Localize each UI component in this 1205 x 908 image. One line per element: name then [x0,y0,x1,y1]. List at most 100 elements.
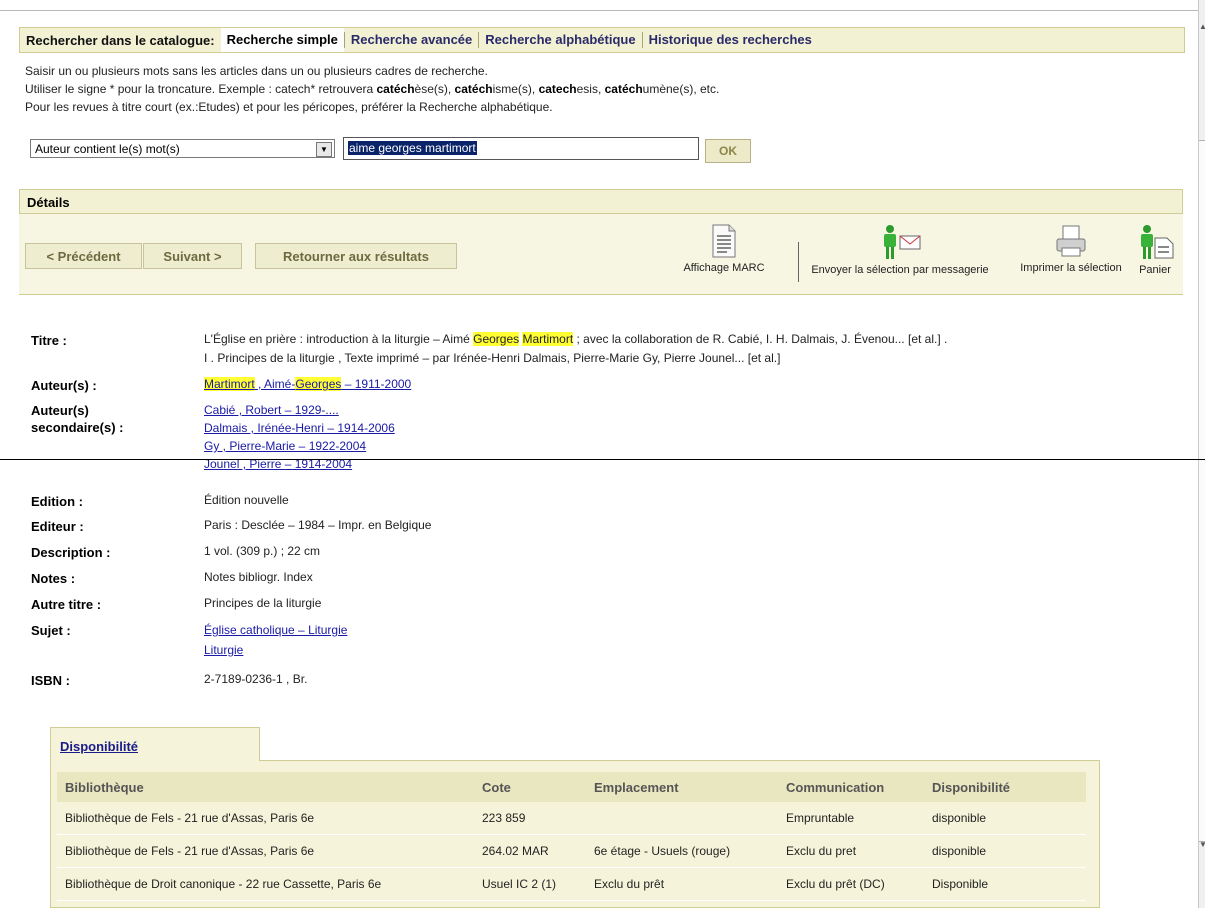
library-cell: Bibliothèque de Droit canonique - 22 rue… [57,867,474,901]
title-highlight: Georges [473,332,520,346]
tab-alphabetical-search[interactable]: Recherche alphabétique [478,32,641,48]
author-text: – 1911-2000 [341,377,412,391]
secondary-author-link[interactable]: Cabié , Robert – 1929-.... [204,403,339,417]
publisher-value: Paris : Desclée – 1984 – Impr. en Belgiq… [204,518,432,532]
title-highlight: Martimort [522,332,574,346]
subject-link[interactable]: Liturgie [204,643,243,657]
title-line-1: L'Église en prière : introduction à la l… [204,330,1194,349]
table-row: Bibliothèque de Fels - 21 rue d'Assas, P… [57,802,1086,835]
help-example: catéch [604,82,643,96]
title-text: L'Église en prière : introduction à la l… [204,332,474,346]
help-line-1: Saisir un ou plusieurs mots sans les art… [25,64,488,78]
email-selection-button[interactable]: Envoyer la sélection par messagerie [791,224,1009,276]
author-highlight: Georges [295,377,342,391]
secondary-label-line-2: secondaire(s) : [31,420,124,435]
description-value: 1 vol. (309 p.) ; 22 cm [204,544,321,558]
print-selection-button[interactable]: Imprimer la sélection [1005,224,1137,274]
help-line-2: Utiliser le signe * pour la troncature. … [25,80,719,98]
availability-cell: Disponible [924,867,1086,901]
authors-label: Auteur(s) : [31,378,97,393]
subject-label: Sujet : [31,623,71,638]
title-text: ; avec la collaboration de R. Cabié, I. … [573,332,948,346]
description-label: Description : [31,545,111,560]
help-example-rest: esis, [576,82,605,96]
scroll-up-arrow-icon[interactable]: ▲ [1199,22,1205,32]
help-example-rest: isme(s), [492,82,539,96]
tab-availability[interactable]: Disponibilité [50,727,260,761]
edition-label: Edition : [31,494,83,509]
availability-cell: disponible [924,802,1086,835]
column-header-circulation: Communication [778,772,924,802]
edition-value: Édition nouvelle [204,493,289,507]
other-title-value: Principes de la liturgie [204,596,322,610]
publisher-label: Editeur : [31,519,84,534]
tab-simple-search[interactable]: Recherche simple [220,28,344,52]
call-number-cell: 223 859 [474,802,586,835]
title-label: Titre : [31,333,67,348]
table-row: Bibliothèque de Fels - 21 rue d'Assas, P… [57,834,1086,868]
title-line-2: I . Principes de la liturgie , Texte imp… [204,351,781,365]
secondary-author-link[interactable]: Gy , Pierre-Marie – 1922-2004 [204,439,366,453]
vertical-scrollbar[interactable]: ▲ ▼ [1198,0,1205,908]
title-value: L'Église en prière : introduction à la l… [204,330,1194,368]
next-button[interactable]: Suivant > [143,243,242,269]
window-top-border [0,10,1198,11]
help-line-3: Pour les revues à titre court (ex.:Etude… [25,100,553,114]
search-tabs-bar: Rechercher dans le catalogue: Recherche … [19,27,1185,53]
author-highlight: Martimort [204,377,255,391]
secondary-author-link[interactable]: Dalmais , Irénée-Henri – 1914-2006 [204,421,395,435]
scroll-down-arrow-icon[interactable]: ▼ [1199,840,1205,850]
marc-display-button[interactable]: Affichage MARC [676,224,772,274]
author-link[interactable]: Martimort , Aimé-Georges – 1911-2000 [204,375,411,394]
print-selection-label: Imprimer la sélection [1020,262,1122,274]
other-title-label: Autre titre : [31,597,102,612]
author-link-text[interactable]: Martimort , Aimé-Georges – 1911-2000 [204,377,411,391]
help-example-rest: èse(s), [414,82,455,96]
dropdown-arrow-icon[interactable]: ▼ [316,142,332,157]
search-field-select[interactable]: Auteur contient le(s) mot(s) ▼ [30,139,335,158]
previous-button[interactable]: < Précédent [25,243,142,269]
library-cell: Bibliothèque de Fels - 21 rue d'Assas, P… [57,802,474,835]
secondary-label-line-1: Auteur(s) [31,403,89,418]
details-toolbar: < Précédent Suivant > Retourner aux résu… [19,214,1183,295]
printer-icon [1056,225,1086,257]
location-cell: 6e étage - Usuels (rouge) [586,834,778,868]
isbn-value: 2-7189-0236-1 , Br. [204,672,308,686]
availability-tab-label[interactable]: Disponibilité [60,739,138,754]
details-heading: Détails [19,189,1183,214]
location-cell: Exclu du prêt [586,867,778,901]
table-header-row: Bibliothèque Cote Emplacement Communicat… [57,772,1086,802]
help-example-rest: umène(s), etc. [642,82,720,96]
library-cell: Bibliothèque de Fels - 21 rue d'Assas, P… [57,834,474,868]
help-example: catéch [376,82,415,96]
circulation-cell: Exclu du pret [778,834,924,868]
notes-value: Notes bibliogr. Index [204,570,313,584]
person-basket-icon [1141,225,1174,259]
tab-search-history[interactable]: Historique des recherches [641,32,818,48]
availability-cell: disponible [924,834,1086,868]
circulation-cell: Exclu du prêt (DC) [778,867,924,901]
horizontal-rule [0,459,1205,460]
search-heading: Rechercher dans le catalogue: [26,32,215,48]
help-example: catéch [454,82,493,96]
tab-advanced-search[interactable]: Recherche avancée [343,32,478,48]
subject-list: Église catholique – Liturgie Liturgie [204,620,347,660]
person-mail-icon [884,225,921,259]
email-selection-label: Envoyer la sélection par messagerie [811,264,989,276]
call-number-cell: 264.02 MAR [474,834,586,868]
search-input-value: aime georges martimort [348,141,477,155]
basket-label: Panier [1139,264,1171,276]
ok-button[interactable]: OK [705,139,751,163]
column-header-availability: Disponibilité [924,772,1086,802]
basket-button[interactable]: Panier [1133,224,1177,276]
scrollbar-thumb[interactable] [1199,140,1205,842]
help-prefix: Utiliser le signe * pour la troncature. … [25,82,377,96]
column-header-location: Emplacement [586,772,778,802]
subject-link[interactable]: Église catholique – Liturgie [204,623,347,637]
document-icon [712,224,736,258]
availability-table: Bibliothèque Cote Emplacement Communicat… [57,772,1086,901]
circulation-cell: Empruntable [778,802,924,835]
column-header-library: Bibliothèque [57,772,474,802]
back-to-results-button[interactable]: Retourner aux résultats [255,243,457,269]
search-input[interactable]: aime georges martimort [343,137,699,160]
